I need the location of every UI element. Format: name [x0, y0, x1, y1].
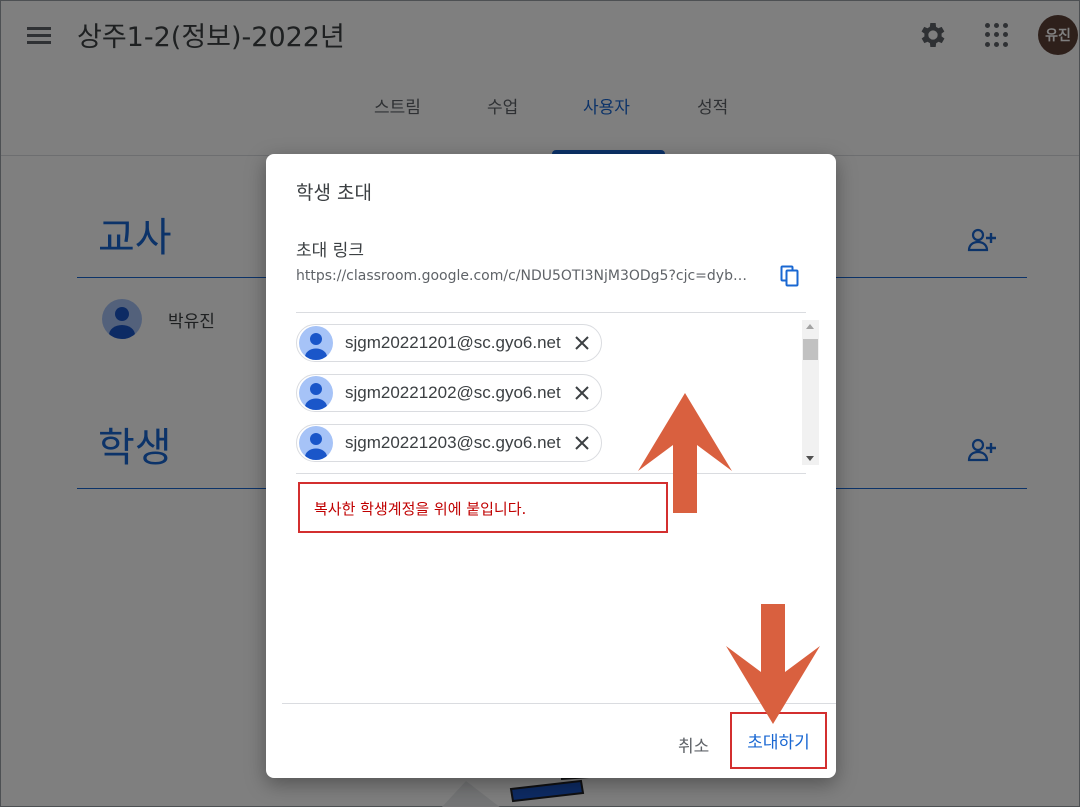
- annotation-down-arrow-icon: [726, 604, 820, 724]
- recipients-scrollbar[interactable]: [802, 320, 819, 465]
- invite-link-url[interactable]: https://classroom.google.com/c/NDU5OTI3N…: [296, 268, 754, 284]
- recipients-top-border: [296, 312, 806, 313]
- cancel-button[interactable]: 취소: [678, 732, 709, 757]
- close-icon[interactable]: [571, 332, 593, 354]
- recipient-email: sjgm20221203@sc.gyo6.net: [345, 433, 561, 452]
- close-icon[interactable]: [571, 382, 593, 404]
- invite-link-label: 초대 링크: [296, 241, 364, 261]
- recipient-chip: sjgm20221201@sc.gyo6.net: [296, 324, 602, 362]
- copy-icon[interactable]: [780, 265, 800, 287]
- recipient-email: sjgm20221201@sc.gyo6.net: [345, 333, 561, 352]
- annotation-note-text: 복사한 학생계정을 위에 붙입니다.: [314, 500, 527, 518]
- person-avatar-icon: [299, 326, 333, 360]
- dialog-title: 학생 초대: [296, 182, 372, 204]
- close-icon[interactable]: [571, 432, 593, 454]
- scrollbar-thumb[interactable]: [803, 339, 818, 360]
- scroll-down-arrow-icon[interactable]: [806, 456, 814, 461]
- annotation-up-arrow-icon: [638, 393, 732, 513]
- scroll-up-arrow-icon[interactable]: [806, 324, 814, 329]
- recipient-chip: sjgm20221202@sc.gyo6.net: [296, 374, 602, 412]
- annotation-note-box: 복사한 학생계정을 위에 붙입니다.: [298, 482, 668, 533]
- recipient-chip: sjgm20221203@sc.gyo6.net: [296, 424, 602, 462]
- recipient-email: sjgm20221202@sc.gyo6.net: [345, 383, 561, 402]
- person-avatar-icon: [299, 426, 333, 460]
- person-avatar-icon: [299, 376, 333, 410]
